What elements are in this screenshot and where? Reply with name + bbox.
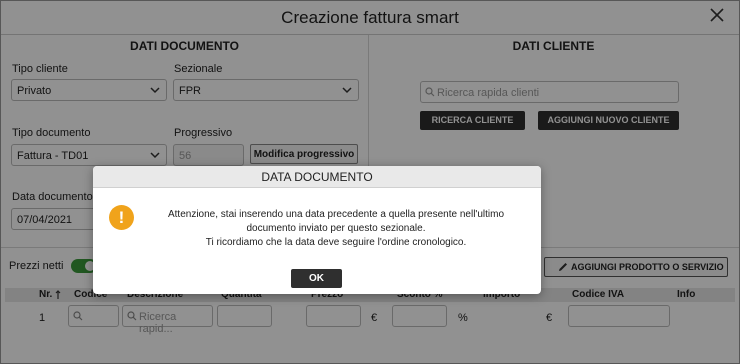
- ok-button[interactable]: OK: [291, 269, 342, 288]
- dialog-message-line-2: Ti ricordiamo che la data deve seguire l…: [205, 237, 467, 248]
- warning-icon: !: [109, 205, 134, 230]
- date-warning-dialog: DATA DOCUMENTO ! Attenzione, stai insere…: [93, 166, 541, 294]
- warning-mark: !: [118, 208, 125, 227]
- dialog-message: Attenzione, stai inserendo una data prec…: [145, 208, 527, 250]
- dialog-message-line-1: Attenzione, stai inserendo una data prec…: [167, 209, 505, 234]
- dialog-title: DATA DOCUMENTO: [93, 166, 541, 188]
